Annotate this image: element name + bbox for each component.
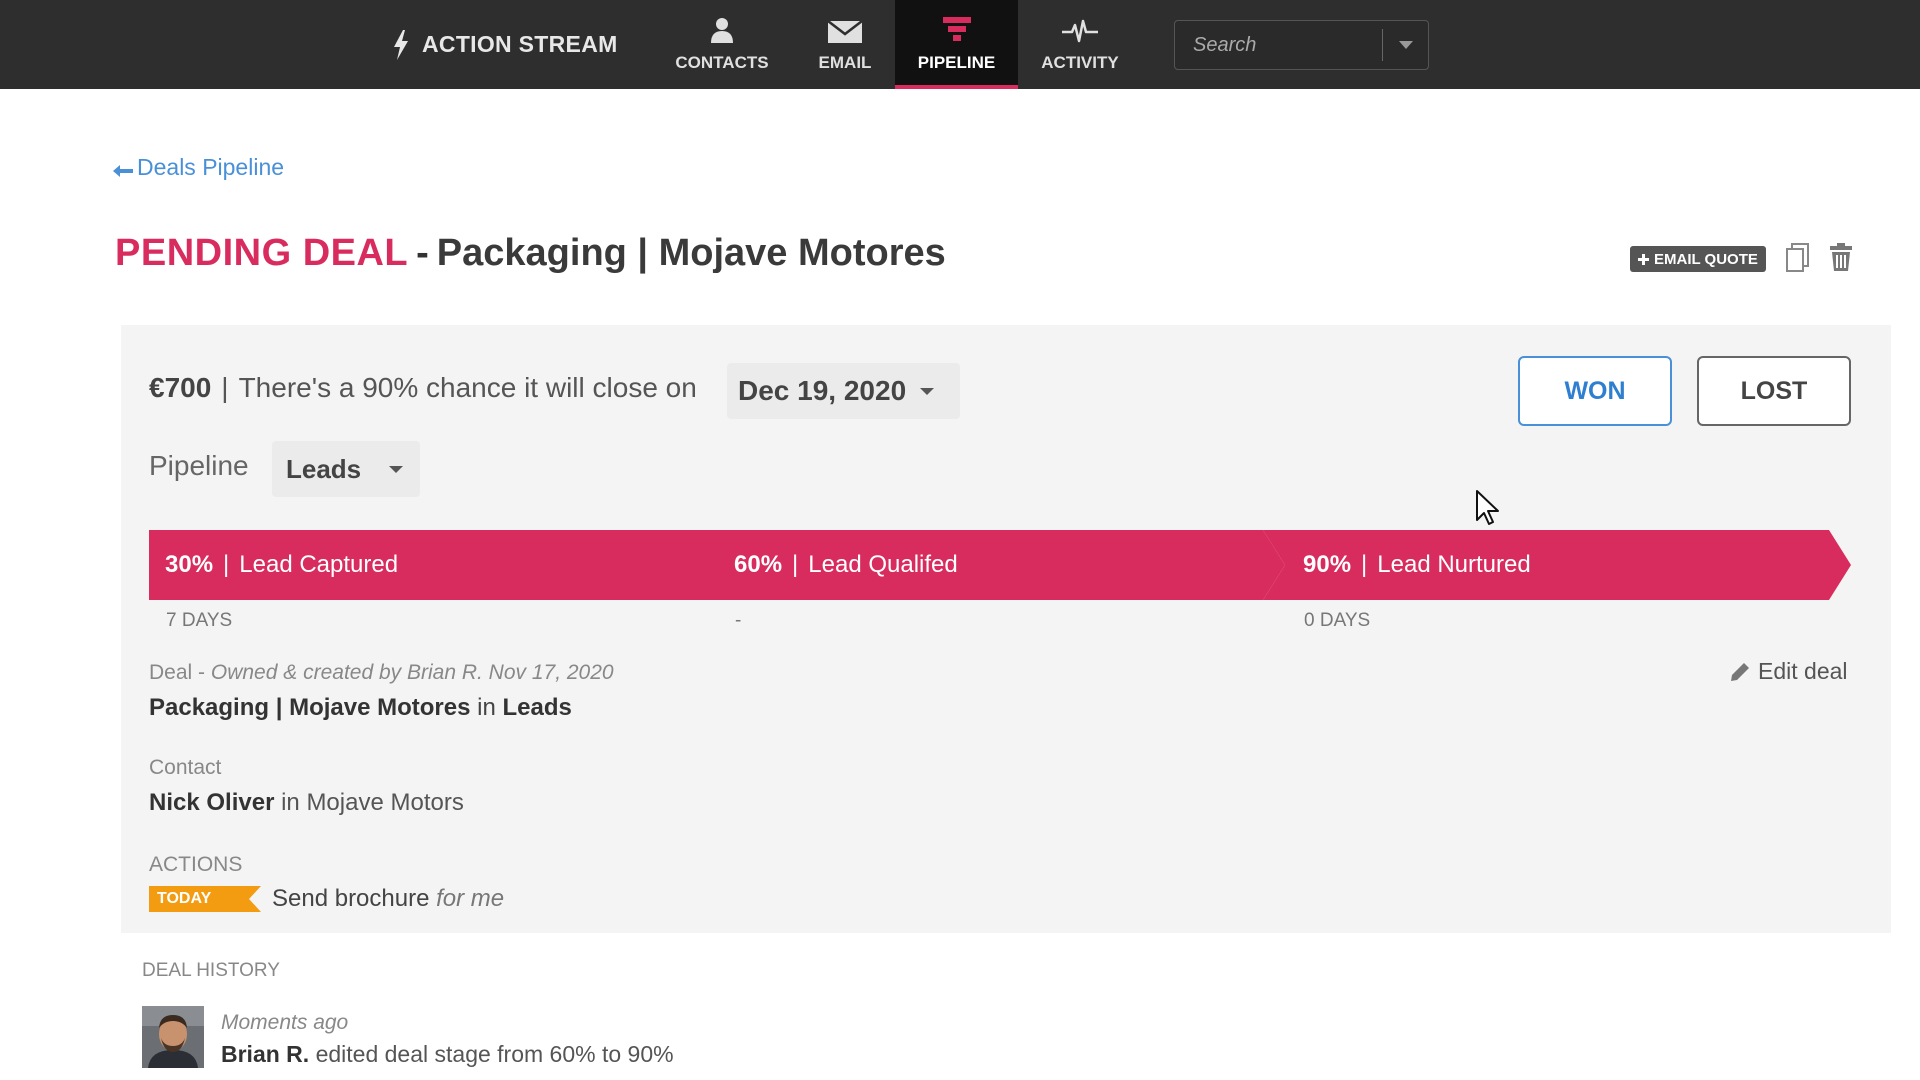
close-chance-text: There's a 90% chance it will close on [238, 372, 697, 403]
title-separator: - [416, 232, 429, 274]
nav-activity-label: ACTIVITY [1041, 53, 1119, 72]
deal-in-word: in [477, 694, 496, 721]
trash-icon [1830, 243, 1852, 271]
actions-label: ACTIONS [149, 853, 243, 876]
deal-pipeline[interactable]: Leads [503, 694, 572, 721]
plus-icon [1638, 253, 1649, 265]
history-description: edited deal stage from 60% to 90% [315, 1041, 674, 1067]
envelope-icon [828, 21, 862, 43]
stage-lead-qualified[interactable]: 60% | Lead Qualifed [734, 530, 958, 600]
person-icon [711, 18, 733, 43]
caret-down-icon [389, 465, 404, 473]
history-user[interactable]: Brian R. [221, 1041, 309, 1067]
stage-lead-nurtured[interactable]: 90% | Lead Nurtured [1303, 530, 1531, 600]
mouse-cursor-icon [1475, 489, 1501, 532]
stage-name: Lead Captured [239, 551, 399, 578]
close-date-dropdown[interactable]: Dec 19, 2020 [727, 363, 960, 419]
pipeline-dropdown[interactable]: Leads [272, 441, 420, 497]
stage-1-days: 7 DAYS [166, 610, 233, 631]
top-nav-bar: ACTION STREAM CONTACTS EMAIL PIPELINE AC… [0, 0, 1920, 89]
stage-percent: 90% [1303, 551, 1352, 578]
pipeline-value: Leads [286, 453, 362, 484]
deal-meta: Deal - Owned & created by Brian R. Nov 1… [149, 661, 614, 684]
stage-name: Lead Nurtured [1377, 551, 1531, 578]
deal-summary: €700 | There's a 90% chance it will clos… [149, 372, 697, 404]
contact-line: Nick Oliver in Mojave Motors [149, 789, 464, 817]
today-badge-label: TODAY [157, 890, 212, 907]
stage-percent: 30% [165, 551, 214, 578]
email-quote-button[interactable]: EMAIL QUOTE [1630, 246, 1766, 272]
funnel-icon [942, 17, 971, 41]
search-box [1174, 20, 1429, 70]
deal-amount: €700 [149, 372, 212, 403]
caret-down-icon [920, 387, 935, 395]
search-dropdown-button[interactable] [1383, 21, 1429, 69]
arrow-left-icon [113, 164, 133, 177]
chevron-down-icon [1399, 41, 1413, 49]
page-title: PENDING DEAL - Packaging | Mojave Motores [115, 232, 946, 275]
deal-title: Packaging | Mojave Motores [436, 232, 946, 274]
nav-action-stream[interactable]: ACTION STREAM [392, 0, 618, 89]
lost-button[interactable]: LOST [1697, 356, 1851, 426]
won-button[interactable]: WON [1518, 356, 1672, 426]
contact-in-word: in [281, 789, 300, 816]
action-assignee: for me [436, 885, 505, 912]
nav-contacts-label: CONTACTS [675, 53, 769, 72]
nav-contacts[interactable]: CONTACTS [668, 0, 776, 89]
pipeline-stages: 30% | Lead Captured 60% | Lead Qualifed 90% |… [149, 530, 1851, 600]
nav-activity[interactable]: ACTIVITY [1034, 0, 1126, 89]
user-avatar-image [142, 1006, 204, 1068]
pulse-icon [1062, 19, 1098, 43]
deal-name[interactable]: Packaging | Mojave Motores [149, 694, 470, 721]
stage-2-days: - [735, 610, 742, 631]
stage-percent: 60% [734, 551, 783, 578]
contact-name[interactable]: Nick Oliver [149, 789, 274, 816]
delete-button[interactable] [1830, 243, 1852, 276]
copy-button[interactable] [1786, 243, 1810, 278]
back-link-label: Deals Pipeline [137, 154, 285, 180]
summary-separator: | [221, 372, 229, 403]
stage-3-days: 0 DAYS [1304, 610, 1371, 631]
history-time: Moments ago [221, 1011, 349, 1034]
history-entry: Brian R. edited deal stage from 60% to 9… [221, 1041, 674, 1068]
nav-action-stream-label: ACTION STREAM [422, 31, 618, 57]
nav-email-label: EMAIL [818, 53, 872, 72]
contact-label: Contact [149, 756, 222, 779]
avatar [142, 1006, 204, 1068]
edit-deal-button[interactable]: Edit deal [1730, 658, 1848, 685]
nav-email[interactable]: EMAIL [804, 0, 886, 89]
search-input[interactable] [1175, 21, 1380, 69]
close-date-value: Dec 19, 2020 [738, 375, 907, 406]
contact-company[interactable]: Mojave Motors [306, 789, 463, 816]
deal-name-line: Packaging | Mojave Motores in Leads [149, 694, 572, 722]
edit-deal-label: Edit deal [1758, 658, 1848, 684]
action-item[interactable]: Send brochure for me [272, 885, 504, 913]
pencil-icon [1731, 662, 1749, 681]
deal-label: Deal [149, 661, 193, 684]
copy-icon [1786, 243, 1809, 272]
action-task: Send brochure [272, 885, 430, 912]
nav-pipeline-label: PIPELINE [917, 53, 996, 72]
deal-status: PENDING DEAL [115, 232, 409, 274]
stage-lead-captured[interactable]: 30% | Lead Captured [165, 530, 398, 600]
deal-history-label: DEAL HISTORY [142, 960, 280, 981]
pipeline-label: Pipeline [149, 450, 249, 481]
today-badge: TODAY [149, 886, 261, 912]
nav-pipeline[interactable]: PIPELINE [895, 0, 1018, 89]
stage-name: Lead Qualifed [808, 551, 958, 578]
email-quote-label: EMAIL QUOTE [1654, 250, 1758, 268]
lightning-icon [394, 29, 408, 60]
back-link[interactable]: Deals Pipeline [113, 154, 284, 181]
deal-owner-meta: Owned & created by Brian R. Nov 17, 2020 [210, 661, 614, 684]
